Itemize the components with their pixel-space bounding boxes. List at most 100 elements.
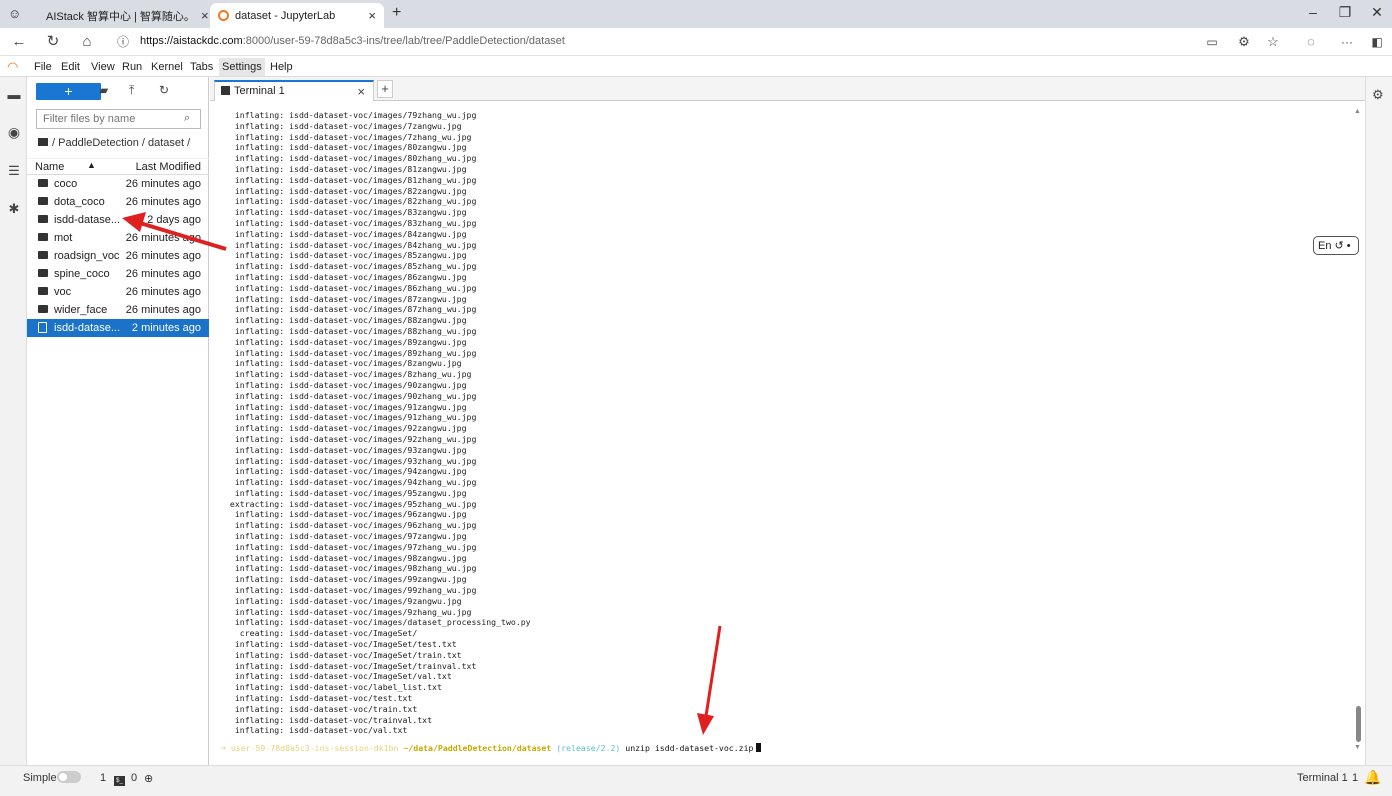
ime-indicator[interactable]: En ↺ •: [1313, 236, 1359, 255]
terminal-line: inflating: isdd-dataset-voc/images/89zan…: [225, 336, 467, 347]
file-browser: + ▰ ⤒ ↻ ⌕ / PaddleDetection / dataset / …: [27, 77, 209, 765]
terminal-scrollbar[interactable]: ▲ ▼: [1354, 106, 1363, 756]
ime-mode-icon: ↺ •: [1331, 240, 1351, 252]
file-name: voc: [54, 286, 72, 298]
file-row-spine-coco[interactable]: spine_coco 26 minutes ago: [27, 265, 209, 283]
column-name[interactable]: Name: [35, 161, 64, 173]
scroll-thumb[interactable]: [1356, 706, 1361, 742]
restore-icon[interactable]: ❐: [1335, 4, 1355, 21]
simple-mode-toggle[interactable]: [57, 771, 81, 783]
terminal-line: inflating: isdd-dataset-voc/images/8zang…: [225, 358, 462, 369]
menu-settings[interactable]: Settings: [219, 58, 265, 76]
terminal-panel[interactable]: inflating: isdd-dataset-voc/images/79zha…: [215, 106, 1365, 762]
extension-icon[interactable]: ⚙: [1233, 31, 1255, 53]
refresh-icon[interactable]: ↻: [159, 83, 169, 97]
terminal-line: inflating: isdd-dataset-voc/images/95zan…: [225, 487, 467, 498]
browser-tab-jupyterlab[interactable]: dataset - JupyterLab ×: [210, 3, 384, 28]
folder-icon: [38, 287, 48, 295]
file-row-isdd-folder[interactable]: isdd-datase... 2 days ago: [27, 211, 209, 229]
prompt-user: user-59-78d8a5c3-ins-session-dk1bn: [230, 743, 399, 753]
reader-icon[interactable]: ▭: [1201, 31, 1223, 53]
file-row-wider-face[interactable]: wider_face 26 minutes ago: [27, 301, 209, 319]
new-folder-icon[interactable]: ▰: [99, 83, 108, 97]
menu-view[interactable]: View: [91, 61, 115, 73]
tab-terminal-1[interactable]: Terminal 1 ×: [214, 80, 374, 101]
profile-avatar-icon[interactable]: ☺: [8, 6, 21, 21]
close-icon[interactable]: ×: [368, 8, 376, 23]
menu-file[interactable]: File: [34, 61, 52, 73]
terminal-line: inflating: isdd-dataset-voc/test.txt: [225, 693, 413, 704]
terminal-line: inflating: isdd-dataset-voc/images/91zan…: [225, 401, 467, 412]
extension-puzzle-icon[interactable]: ✱: [5, 201, 23, 219]
browser-tab-aistack[interactable]: AIStack 智算中心 | 智算随心。 ×: [32, 3, 208, 28]
add-tab-button[interactable]: +: [377, 80, 393, 98]
copilot-icon[interactable]: ◌: [1300, 31, 1322, 53]
menu-tabs[interactable]: Tabs: [190, 61, 213, 73]
back-arrow-icon[interactable]: ←: [8, 31, 30, 53]
folder-icon[interactable]: ▬: [5, 87, 23, 105]
toc-icon[interactable]: ☰: [5, 163, 23, 181]
window-close-icon[interactable]: ✕: [1367, 4, 1387, 21]
menu-edit[interactable]: Edit: [61, 61, 80, 73]
menu-help[interactable]: Help: [270, 61, 293, 73]
file-row-dota-coco[interactable]: dota_coco 26 minutes ago: [27, 193, 209, 211]
kernel-count[interactable]: 1: [100, 772, 106, 784]
terminal-line: inflating: isdd-dataset-voc/images/96zha…: [225, 520, 477, 531]
terminal-line: inflating: isdd-dataset-voc/images/88zha…: [225, 325, 477, 336]
simple-mode-label: Simple: [23, 772, 57, 784]
notification-bell-icon[interactable]: 🔔: [1364, 769, 1381, 786]
url-host: https://aistackdc.com: [140, 35, 243, 47]
file-name: dota_coco: [54, 196, 105, 208]
terminal-line: inflating: isdd-dataset-voc/images/datas…: [225, 617, 531, 628]
terminal-line: inflating: isdd-dataset-voc/images/82zha…: [225, 196, 477, 207]
new-launcher-button[interactable]: +: [36, 83, 101, 100]
favorite-star-icon[interactable]: ☆: [1262, 31, 1284, 53]
ime-language: En: [1318, 240, 1332, 252]
terminal-line: inflating: isdd-dataset-voc/images/86zan…: [225, 271, 467, 282]
more-icon[interactable]: ···: [1336, 31, 1358, 53]
file-row-roadsign-voc[interactable]: roadsign_voc 26 minutes ago: [27, 247, 209, 265]
file-row-mot[interactable]: mot 26 minutes ago: [27, 229, 209, 247]
terminal-line: inflating: isdd-dataset-voc/images/86zha…: [225, 282, 477, 293]
scroll-up-icon[interactable]: ▲: [1354, 108, 1361, 115]
terminal-line: inflating: isdd-dataset-voc/images/97zan…: [225, 531, 467, 542]
kernel-status-icon: ⊕: [144, 773, 154, 785]
terminal-line: inflating: isdd-dataset-voc/images/9zhan…: [225, 606, 472, 617]
left-activity-bar: ▬ ◉ ☰ ✱: [0, 77, 27, 765]
terminal-line: inflating: isdd-dataset-voc/images/94zha…: [225, 477, 477, 488]
new-tab-button[interactable]: +: [392, 4, 401, 22]
file-row-coco[interactable]: coco 26 minutes ago: [27, 175, 209, 193]
terminal-prompt[interactable]: ➜ user-59-78d8a5c3-ins-session-dk1bn ~/d…: [221, 743, 762, 753]
minimize-icon[interactable]: –: [1303, 4, 1323, 20]
breadcrumb-text: / PaddleDetection / dataset /: [52, 137, 191, 149]
upload-icon[interactable]: ⤒: [129, 83, 134, 98]
close-icon[interactable]: ×: [357, 84, 365, 99]
jupyter-logo-icon: ◠: [7, 59, 19, 74]
terminal-count[interactable]: 0: [131, 772, 137, 784]
menu-run[interactable]: Run: [122, 61, 142, 73]
file-modified: 26 minutes ago: [125, 178, 201, 190]
home-icon[interactable]: ⌂: [76, 31, 98, 53]
url-field[interactable]: https://aistackdc.com:8000/user-59-78d8a…: [140, 35, 565, 47]
prompt-branch: (release/2.2): [556, 743, 621, 753]
site-info-icon[interactable]: ⓘ: [112, 31, 134, 53]
terminal-line: inflating: isdd-dataset-voc/images/93zha…: [225, 455, 477, 466]
terminal-line: inflating: isdd-dataset-voc/images/84zan…: [225, 228, 467, 239]
reload-icon[interactable]: ↻: [42, 31, 64, 53]
column-last-modified[interactable]: Last Modified: [136, 161, 201, 173]
filter-files-input[interactable]: [36, 109, 201, 129]
running-icon[interactable]: ◉: [5, 124, 23, 142]
breadcrumb[interactable]: / PaddleDetection / dataset /: [38, 137, 190, 149]
property-inspector-gear-icon[interactable]: ⚙: [1372, 87, 1384, 103]
menu-kernel[interactable]: Kernel: [151, 61, 183, 73]
file-modified: 26 minutes ago: [125, 232, 201, 244]
file-row-isdd-zip[interactable]: isdd-datase... 2 minutes ago: [27, 319, 209, 337]
file-row-voc[interactable]: voc 26 minutes ago: [27, 283, 209, 301]
close-icon[interactable]: ×: [201, 8, 208, 23]
scroll-down-icon[interactable]: ▼: [1354, 744, 1361, 751]
terminal-line: inflating: isdd-dataset-voc/images/90zan…: [225, 379, 467, 390]
terminal-line: inflating: isdd-dataset-voc/images/87zha…: [225, 304, 477, 315]
url-path: :8000/user-59-78d8a5c3-ins/tree/lab/tree…: [242, 35, 565, 47]
sidebar-toggle-icon[interactable]: ◧: [1366, 31, 1388, 53]
folder-icon: [38, 179, 48, 187]
